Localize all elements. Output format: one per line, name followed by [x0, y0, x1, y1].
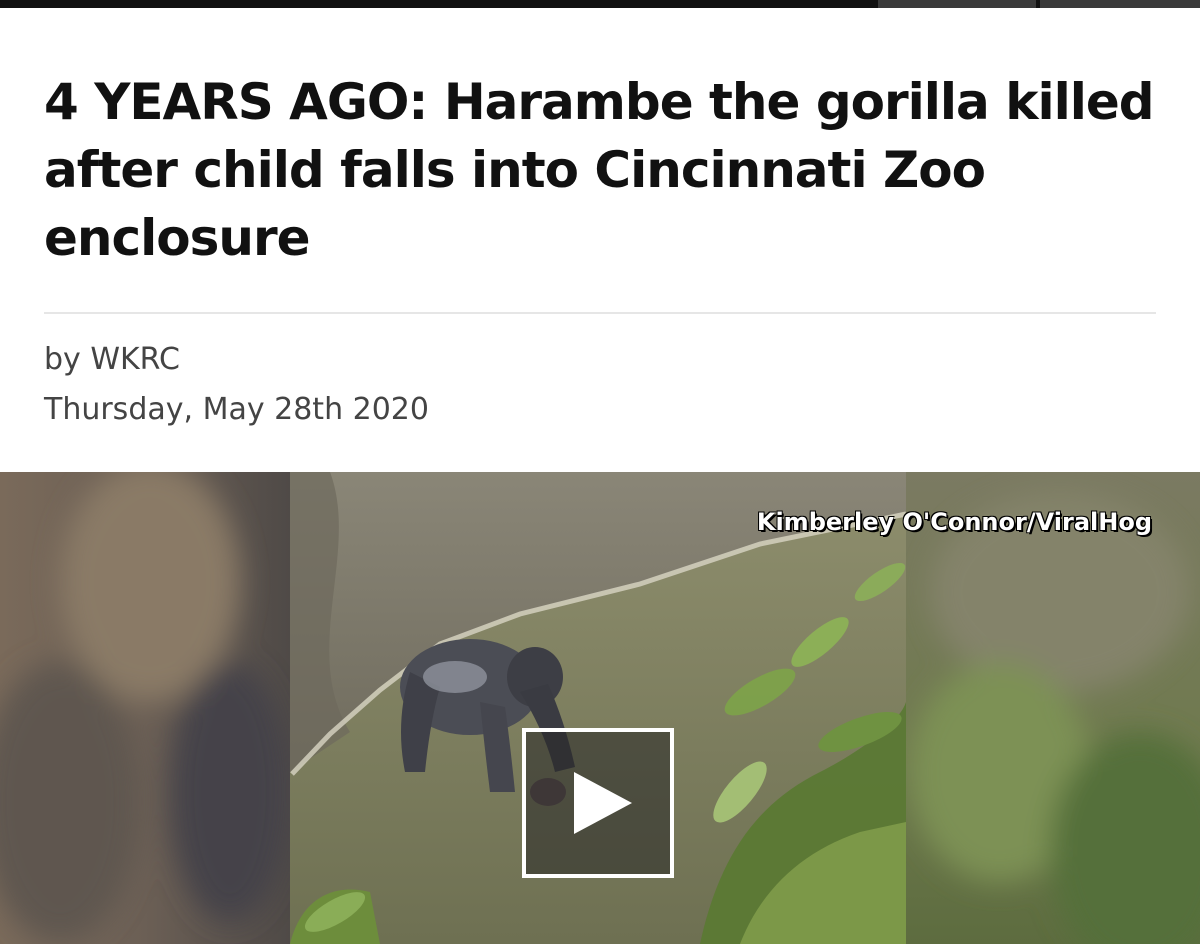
- tab-segment: [878, 0, 1036, 8]
- article-byline: by WKRC: [44, 342, 180, 377]
- video-credit: Kimberley O'Connor/ViralHog: [756, 508, 1152, 536]
- top-progress-bar: [0, 0, 1200, 8]
- article-date: Thursday, May 28th 2020: [44, 392, 429, 427]
- divider: [44, 312, 1156, 314]
- play-button[interactable]: [522, 728, 674, 878]
- video-player[interactable]: Kimberley O'Connor/ViralHog: [0, 472, 1200, 944]
- article-headline: 4 YEARS AGO: Harambe the gorilla killed …: [44, 73, 1155, 267]
- tab-segment: [1040, 0, 1200, 8]
- play-icon: [574, 772, 632, 834]
